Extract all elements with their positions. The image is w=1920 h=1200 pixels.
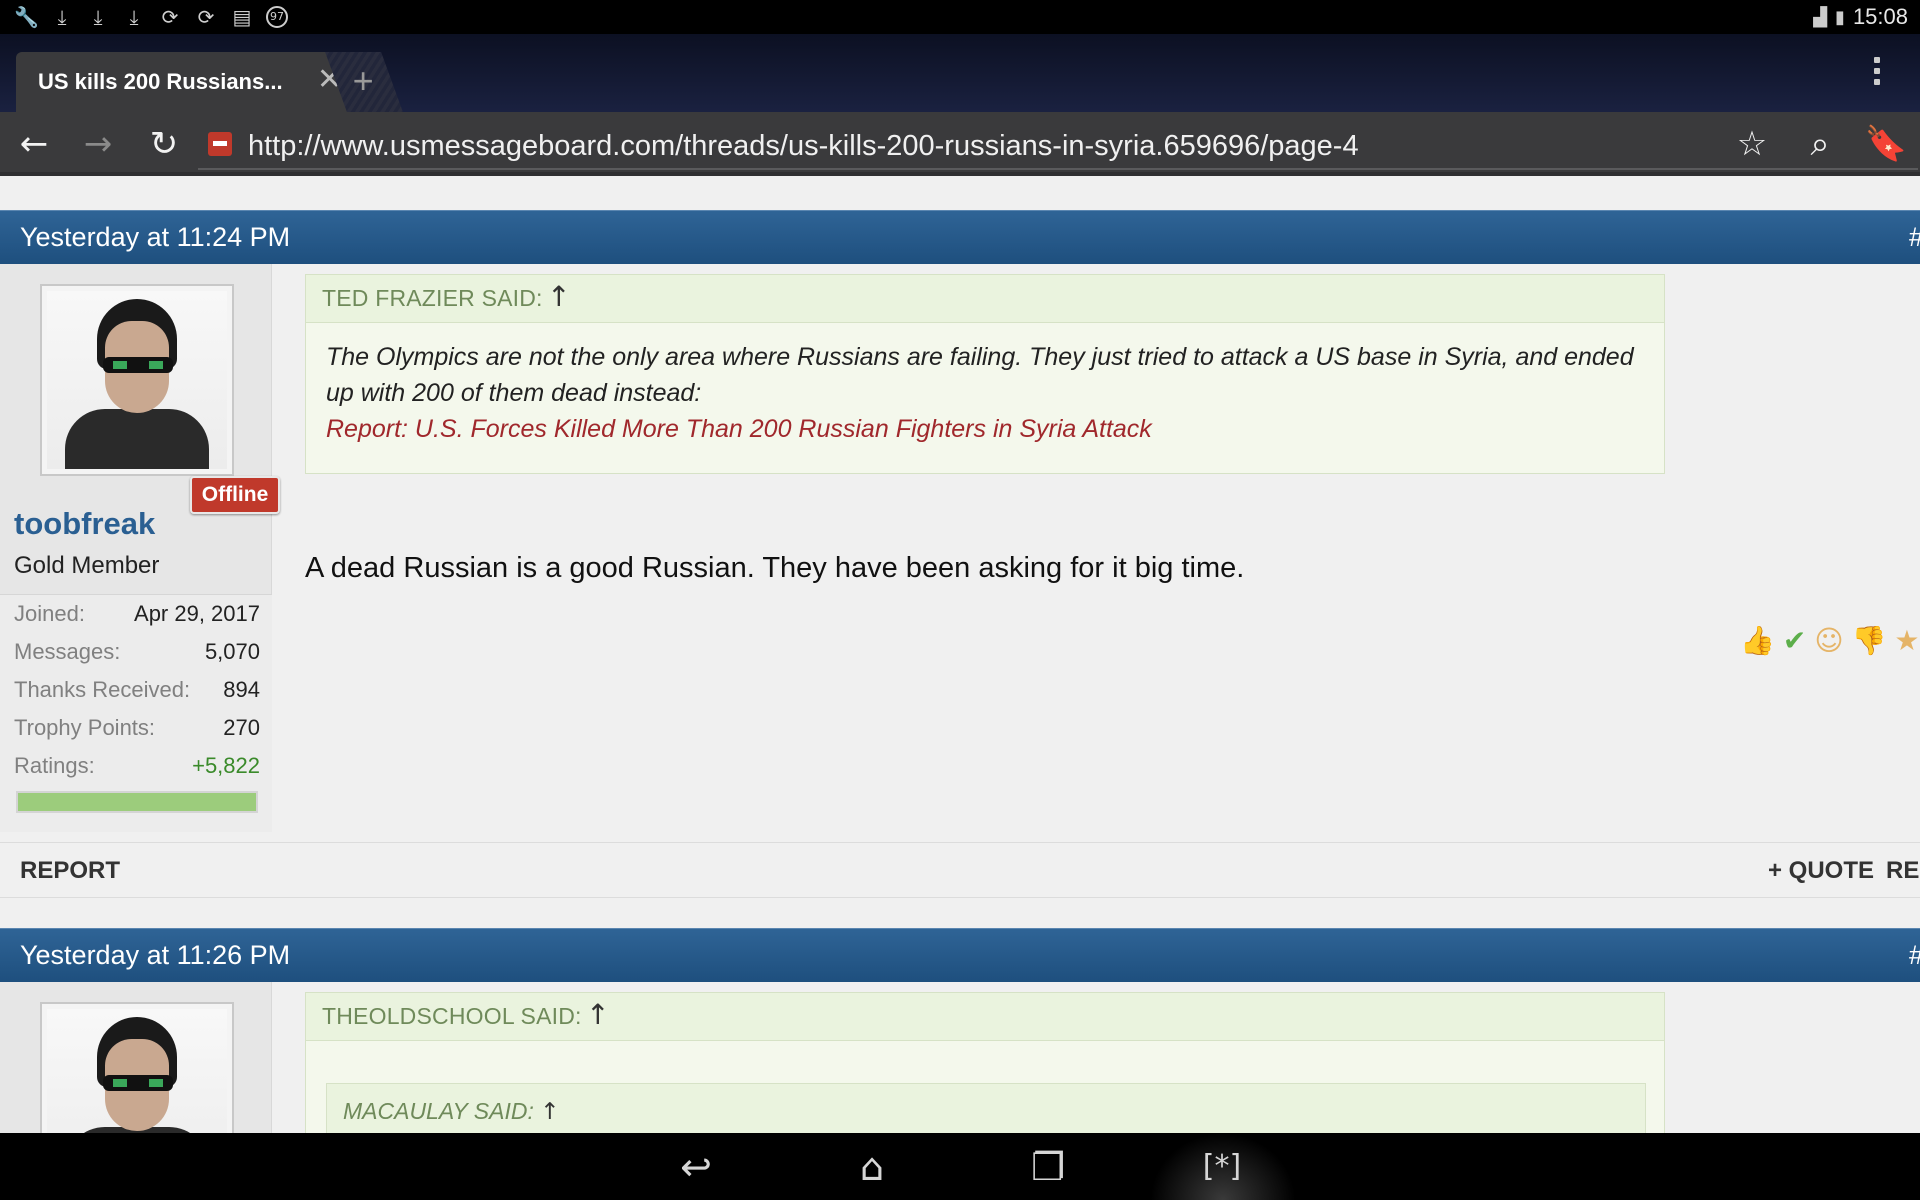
stat-row: Thanks Received: 894 [14,677,260,702]
download-icon: ⤓ [93,5,103,29]
wrench-icon: 🔧 [14,5,39,29]
overflow-menu-icon[interactable] [1874,54,1884,94]
plus-icon: + [353,60,375,101]
back-arrow-icon[interactable]: ← [10,120,58,168]
home-icon[interactable]: ⌂ [832,1143,912,1191]
back-icon[interactable]: ↩ [656,1143,736,1191]
smile-icon[interactable]: ☺ [1814,624,1843,657]
reaction-icons: 👍 ✔ ☺ 👎 ★ [1740,624,1920,657]
quote-author[interactable]: THEOLDSCHOOL SAID: [322,1003,582,1030]
system-indicators: ▟ ▮ 15:08 [1813,4,1908,30]
tab-title: US kills 200 Russians... [38,69,283,94]
quote-button[interactable]: + QUOTE [1768,857,1874,885]
stat-row: Ratings: +5,822 [14,753,260,778]
quote-author[interactable]: TED FRAZIER SAID: [322,285,543,312]
url-underline [198,168,1918,170]
quote-text: The Olympics are not the only area where… [326,343,1634,407]
avatar-photo [47,291,227,469]
offline-badge: Offline [190,476,280,514]
report-link[interactable]: REPORT [20,857,120,885]
browser-tab[interactable]: US kills 200 Russians... ✕ [16,52,356,112]
sync-icon: ⟳ [197,5,215,29]
post-message: A dead Russian is a good Russian. They h… [305,552,1245,584]
sync-icon: ⟳ [161,5,179,29]
user-stats: Joined: Apr 29, 2017 Messages: 5,070 Thank… [0,594,272,832]
nested-quote-block: MACAULAY SAID: ↑ [326,1083,1646,1133]
quote-block: THEOLDSCHOOL SAID: ↑ MACAULAY SAID: ↑ [305,992,1665,1133]
recent-apps-icon[interactable]: ❐ [1008,1143,1088,1191]
thumbs-down-icon[interactable]: 👎 [1852,624,1887,657]
reply-button[interactable]: REI [1886,857,1920,885]
url-text[interactable]: http://www.usmessageboard.com/threads/us… [248,130,1359,163]
jump-to-quote-icon[interactable]: ↑ [547,280,570,313]
quote-header: TED FRAZIER SAID: ↑ [306,275,1664,323]
download-icon: ⤓ [57,5,67,29]
quote-link[interactable]: Report: U.S. Forces Killed More Than 200… [326,415,1152,443]
browser-toolbar: ← → ↻ http://www.usmessageboard.com/thre… [0,112,1920,176]
android-status-bar: 🔧 ⤓ ⤓ ⤓ ⟳ ⟳ ▤ 97 ▟ ▮ 15:08 [0,0,1920,34]
post-permalink[interactable]: # [1909,222,1920,253]
badge-icon: 97 [266,6,288,28]
nested-quote-author[interactable]: MACAULAY SAID: [343,1098,534,1124]
stat-row: Messages: 5,070 [14,639,260,664]
username[interactable]: toobfreak [14,506,155,542]
quote-header: THEOLDSCHOOL SAID: ↑ [306,993,1664,1041]
quote-block: TED FRAZIER SAID: ↑ The Olympics are not… [305,274,1665,474]
quote-body: The Olympics are not the only area where… [306,323,1664,465]
post-permalink[interactable]: # [1909,940,1920,971]
stat-row: Trophy Points: 270 [14,715,260,740]
post-header: Yesterday at 11:26 PM # [0,928,1920,982]
forward-arrow-icon[interactable]: → [74,120,122,168]
post-footer: REPORT + QUOTE REI [0,842,1920,898]
user-title: Gold Member [14,552,160,579]
post-date[interactable]: Yesterday at 11:26 PM [20,940,290,971]
post-header: Yesterday at 11:24 PM # [0,210,1920,264]
bookmarks-icon[interactable]: 🔖 [1862,120,1910,168]
user-info-pane [0,982,272,1133]
notification-icons: 🔧 ⤓ ⤓ ⤓ ⟳ ⟳ ▤ 97 [14,5,288,29]
message-icon: ▤ [232,5,252,29]
rating-bar-fill [18,793,256,811]
screen: 🔧 ⤓ ⤓ ⤓ ⟳ ⟳ ▤ 97 ▟ ▮ 15:08 US kills 200 … [0,0,1920,1200]
screenshot-icon[interactable]: [*] [1182,1143,1262,1191]
star-icon[interactable]: ☆ [1728,120,1776,168]
site-favicon-icon [208,132,232,156]
android-nav-bar: ↩ ⌂ ❐ [*] [0,1133,1920,1200]
web-page: Yesterday at 11:24 PM # Offline toobfrea… [0,180,1920,1133]
download-icon: ⤓ [129,5,139,29]
tab-strip: US kills 200 Russians... ✕ + [0,34,1920,112]
stat-row: Joined: Apr 29, 2017 [14,601,260,626]
avatar[interactable] [40,284,234,476]
rating-bar [16,791,258,813]
thumbs-up-icon[interactable]: 👍 [1740,624,1775,657]
search-icon[interactable]: ⌕ [1796,120,1844,168]
avatar[interactable] [40,1002,234,1133]
more-reactions-icon[interactable]: ★ [1894,624,1919,657]
signal-icon: ▟ [1813,6,1828,28]
battery-icon: ▮ [1835,6,1845,28]
address-bar[interactable]: http://www.usmessageboard.com/threads/us… [198,118,1920,170]
jump-to-quote-icon[interactable]: ↑ [586,998,609,1031]
reload-icon[interactable]: ↻ [140,120,188,168]
check-icon[interactable]: ✔ [1783,624,1806,657]
avatar-photo [47,1009,227,1133]
user-info-pane: Offline toobfreak Gold Member Joined: Apr… [0,264,280,832]
post-date[interactable]: Yesterday at 11:24 PM [20,222,290,253]
jump-to-quote-icon[interactable]: ↑ [540,1099,559,1125]
clock: 15:08 [1852,4,1908,29]
